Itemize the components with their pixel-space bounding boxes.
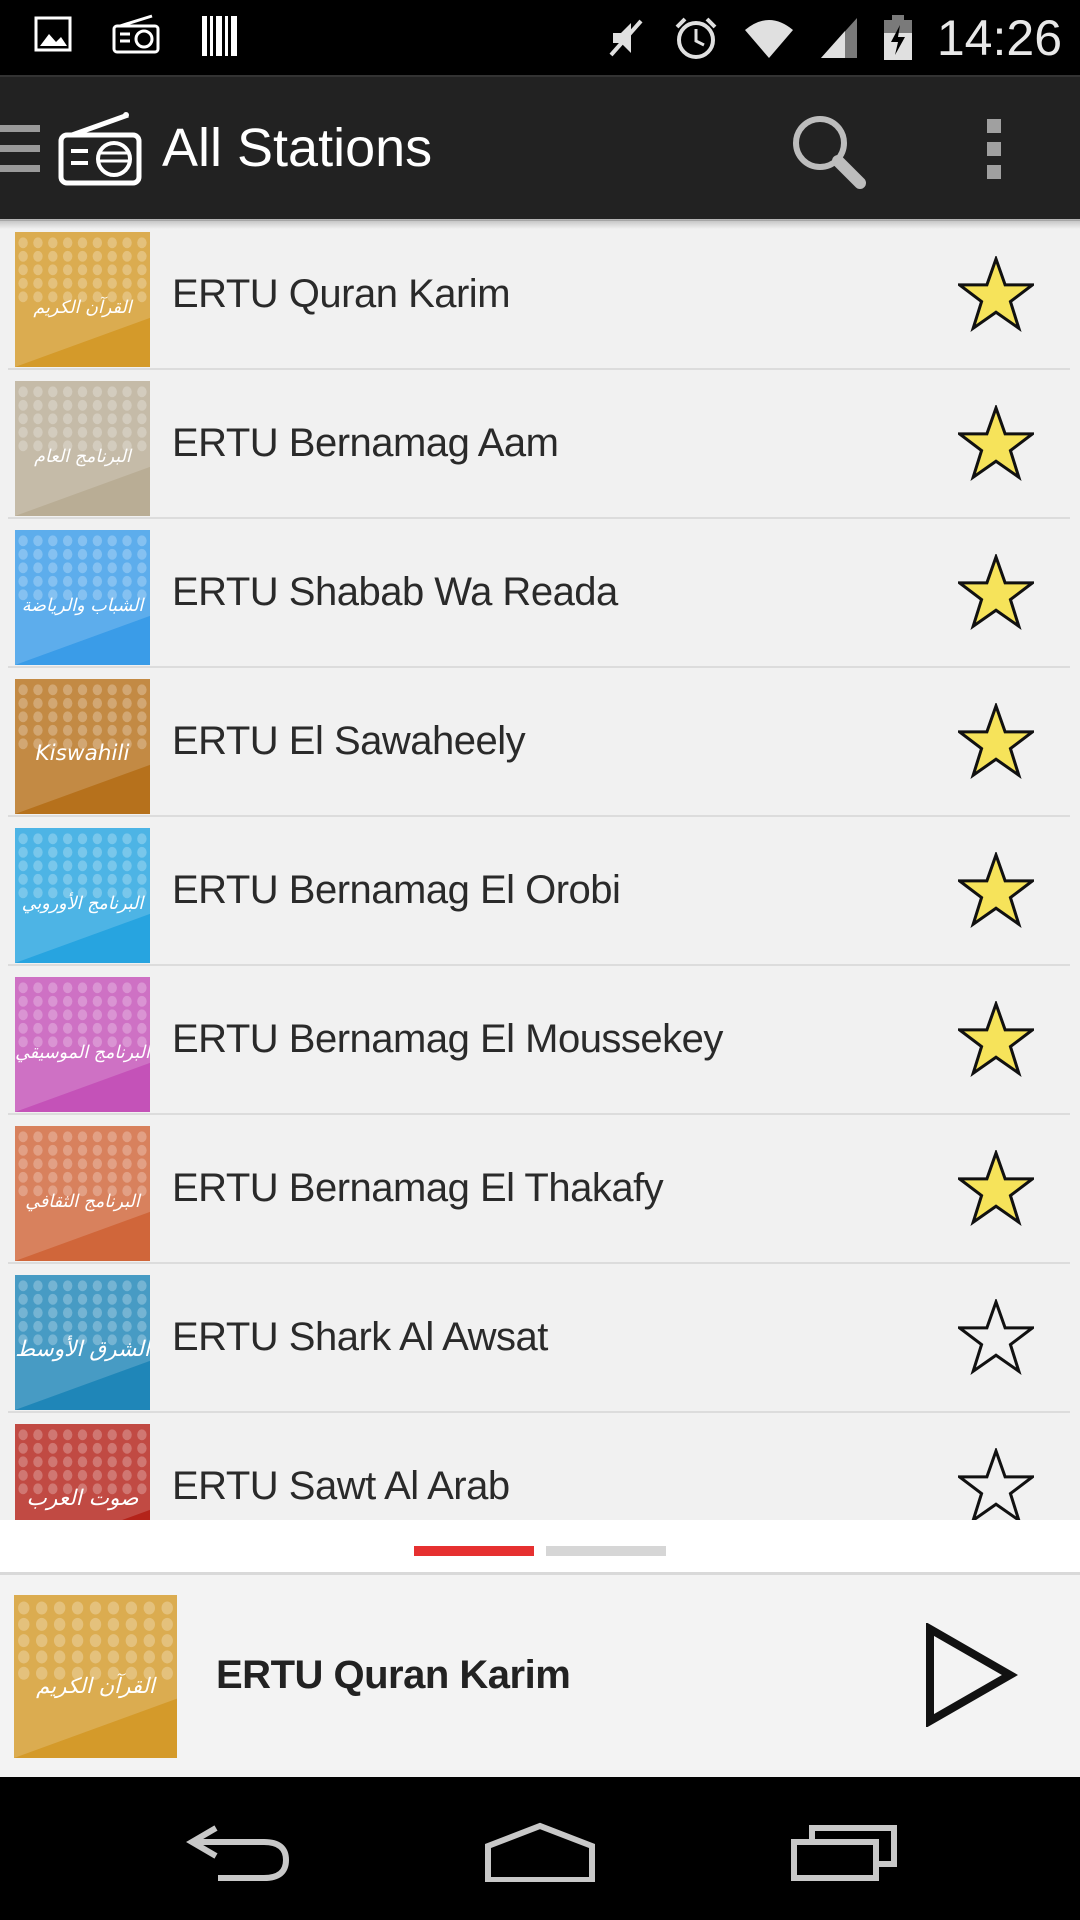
page-title: All Stations	[162, 118, 433, 178]
favorite-star-filled-icon[interactable]	[955, 254, 1037, 337]
action-bar: All Stations	[0, 75, 1080, 221]
back-icon[interactable]	[186, 1822, 292, 1887]
list-top-shadow	[0, 219, 1080, 229]
station-row[interactable]: البرنامج الموسيقي ERTU Bernamag El Mousse…	[8, 967, 1070, 1115]
home-icon[interactable]	[484, 1822, 596, 1887]
station-thumbnail: البرنامج الأوروبي	[15, 828, 150, 963]
station-row[interactable]: البرنامج الأوروبي ERTU Bernamag El Orobi	[8, 818, 1070, 966]
svg-text:البرنامج العام: البرنامج العام	[34, 447, 133, 467]
station-name: ERTU El Sawaheely	[172, 719, 526, 763]
favorite-star-empty-icon[interactable]	[955, 1446, 1037, 1522]
svg-text:صوت العرب: صوت العرب	[27, 1486, 140, 1511]
favorite-star-empty-icon[interactable]	[955, 1297, 1037, 1380]
station-row[interactable]: البرنامج العام ERTU Bernamag Aam	[8, 371, 1070, 519]
battery-charging-icon	[883, 14, 913, 61]
station-name: ERTU Shark Al Awsat	[172, 1315, 548, 1359]
favorite-star-filled-icon[interactable]	[955, 701, 1037, 784]
station-thumbnail: صوت العرب	[15, 1424, 150, 1522]
svg-text:الشرق الأوسط: الشرق الأوسط	[15, 1335, 150, 1362]
station-thumbnail: الشرق الأوسط	[15, 1275, 150, 1410]
station-row[interactable]: البرنامج الثقافي ERTU Bernamag El Thakafy	[8, 1116, 1070, 1264]
favorite-star-filled-icon[interactable]	[955, 1148, 1037, 1231]
mute-icon	[605, 15, 649, 61]
svg-text:القرآن الكريم: القرآن الكريم	[33, 296, 133, 318]
status-time: 14:26	[936, 9, 1062, 66]
station-name: ERTU Sawt Al Arab	[172, 1464, 510, 1508]
image-icon	[34, 14, 74, 58]
play-icon[interactable]	[922, 1622, 1019, 1732]
svg-text:Kiswahili: Kiswahili	[36, 741, 130, 766]
station-name: ERTU Quran Karim	[172, 272, 511, 316]
station-row[interactable]: صوت العرب ERTU Sawt Al Arab	[8, 1414, 1070, 1522]
station-list[interactable]: القرآن الكريم ERTU Quran Karim البرنامج ال…	[0, 222, 1080, 1522]
station-thumbnail: البرنامج الموسيقي	[15, 977, 150, 1112]
radio-icon	[112, 14, 162, 58]
svg-text:الشباب والرياضة: الشباب والرياضة	[22, 596, 146, 616]
svg-text:البرنامج الثقافي: البرنامج الثقافي	[25, 1192, 142, 1212]
signal-icon	[819, 16, 859, 60]
favorite-star-filled-icon[interactable]	[955, 403, 1037, 486]
page-indicator-inactive[interactable]	[546, 1546, 666, 1556]
svg-text:القرآن الكريم: القرآن الكريم	[36, 1673, 157, 1699]
alarm-icon	[673, 15, 719, 61]
recents-icon[interactable]	[790, 1822, 898, 1887]
station-thumbnail: البرنامج العام	[15, 381, 150, 516]
station-name: ERTU Bernamag El Thakafy	[172, 1166, 664, 1210]
station-thumbnail: Kiswahili	[15, 679, 150, 814]
now-playing-title: ERTU Quran Karim	[216, 1653, 571, 1697]
svg-text:البرنامج الأوروبي: البرنامج الأوروبي	[22, 892, 146, 914]
station-name: ERTU Shabab Wa Reada	[172, 570, 618, 614]
favorite-star-filled-icon[interactable]	[955, 850, 1037, 933]
station-thumbnail: الشباب والرياضة	[15, 530, 150, 665]
wifi-icon	[743, 16, 795, 60]
station-row[interactable]: Kiswahili ERTU El Sawaheely	[8, 669, 1070, 817]
page-indicator	[0, 1520, 1080, 1572]
station-name: ERTU Bernamag El Moussekey	[172, 1017, 723, 1061]
station-row[interactable]: الشباب والرياضة ERTU Shabab Wa Reada	[8, 520, 1070, 668]
station-row[interactable]: القرآن الكريم ERTU Quran Karim	[8, 222, 1070, 370]
now-playing-thumbnail: القرآن الكريم	[14, 1595, 177, 1758]
station-row[interactable]: الشرق الأوسط ERTU Shark Al Awsat	[8, 1265, 1070, 1413]
status-bar: 14:26	[0, 0, 1080, 75]
overflow-menu-icon[interactable]	[985, 117, 1007, 186]
station-name: ERTU Bernamag El Orobi	[172, 868, 621, 912]
favorite-star-filled-icon[interactable]	[955, 552, 1037, 635]
radio-app-icon[interactable]	[58, 111, 144, 192]
barcode-icon	[200, 14, 240, 58]
favorite-star-filled-icon[interactable]	[955, 999, 1037, 1082]
station-thumbnail: البرنامج الثقافي	[15, 1126, 150, 1261]
now-playing-bar[interactable]: القرآن الكريم ERTU Quran Karim	[0, 1572, 1080, 1780]
navigation-bar	[0, 1777, 1080, 1920]
search-icon[interactable]	[788, 111, 868, 196]
drawer-icon[interactable]	[0, 121, 42, 186]
svg-text:البرنامج الموسيقي: البرنامج الموسيقي	[15, 1043, 150, 1063]
page-indicator-active[interactable]	[414, 1546, 534, 1556]
station-name: ERTU Bernamag Aam	[172, 421, 559, 465]
station-thumbnail: القرآن الكريم	[15, 232, 150, 367]
